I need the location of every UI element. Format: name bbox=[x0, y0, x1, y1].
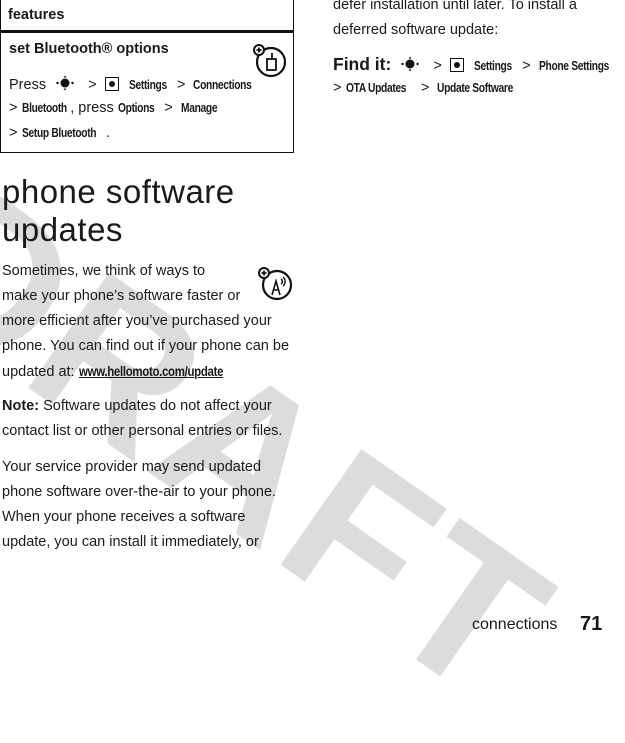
bluetooth-path-line3: > Setup Bluetooth. bbox=[9, 125, 111, 141]
find-it-path-line2: > OTA Updates > Update Software bbox=[333, 80, 514, 96]
menu-update-software: Update Software bbox=[437, 81, 514, 95]
find-it-label: Find it: bbox=[333, 54, 392, 74]
feature-title: set Bluetooth® options bbox=[9, 41, 169, 57]
menu-settings: Settings bbox=[473, 59, 512, 73]
menu-manage: Manage bbox=[180, 101, 218, 115]
page-number: 71 bbox=[580, 613, 603, 635]
settings-icon bbox=[449, 58, 464, 72]
menu-phone-settings: Phone Settings bbox=[538, 59, 609, 73]
ota-paragraph: Your service provider may send updated p… bbox=[2, 459, 277, 550]
nav-key-icon bbox=[56, 75, 74, 91]
update-url-link[interactable]: www.hellomoto.com/update bbox=[79, 359, 223, 384]
menu-ota-updates: OTA Updates bbox=[345, 81, 407, 95]
intro-paragraph: Sometimes, we think of ways to make your… bbox=[2, 259, 289, 385]
footer-section-name: connections bbox=[472, 616, 558, 633]
bluetooth-path-line1: Press > Settings > Connections bbox=[9, 75, 252, 93]
section-title: phone software updates bbox=[2, 173, 235, 248]
menu-settings: Settings bbox=[128, 78, 167, 92]
settings-icon bbox=[104, 77, 119, 91]
note-paragraph: Note: Software updates do not affect you… bbox=[2, 398, 283, 439]
nav-key-icon bbox=[401, 56, 420, 72]
menu-options: Options bbox=[117, 101, 155, 115]
menu-bluetooth: Bluetooth bbox=[21, 101, 67, 115]
features-table-header: features bbox=[1, 0, 293, 33]
deferred-update-paragraph: defer installation until later. To insta… bbox=[333, 0, 577, 38]
menu-setup-bluetooth: Setup Bluetooth bbox=[21, 126, 97, 140]
menu-connections: Connections bbox=[193, 78, 252, 92]
note-label: Note: bbox=[2, 398, 40, 414]
bluetooth-path-line2: > Bluetooth, press Options > Manage bbox=[9, 100, 218, 116]
bluetooth-feature-icon bbox=[253, 44, 287, 78]
find-it-path: Find it: > Settings > Phone Settings > O… bbox=[333, 54, 618, 96]
